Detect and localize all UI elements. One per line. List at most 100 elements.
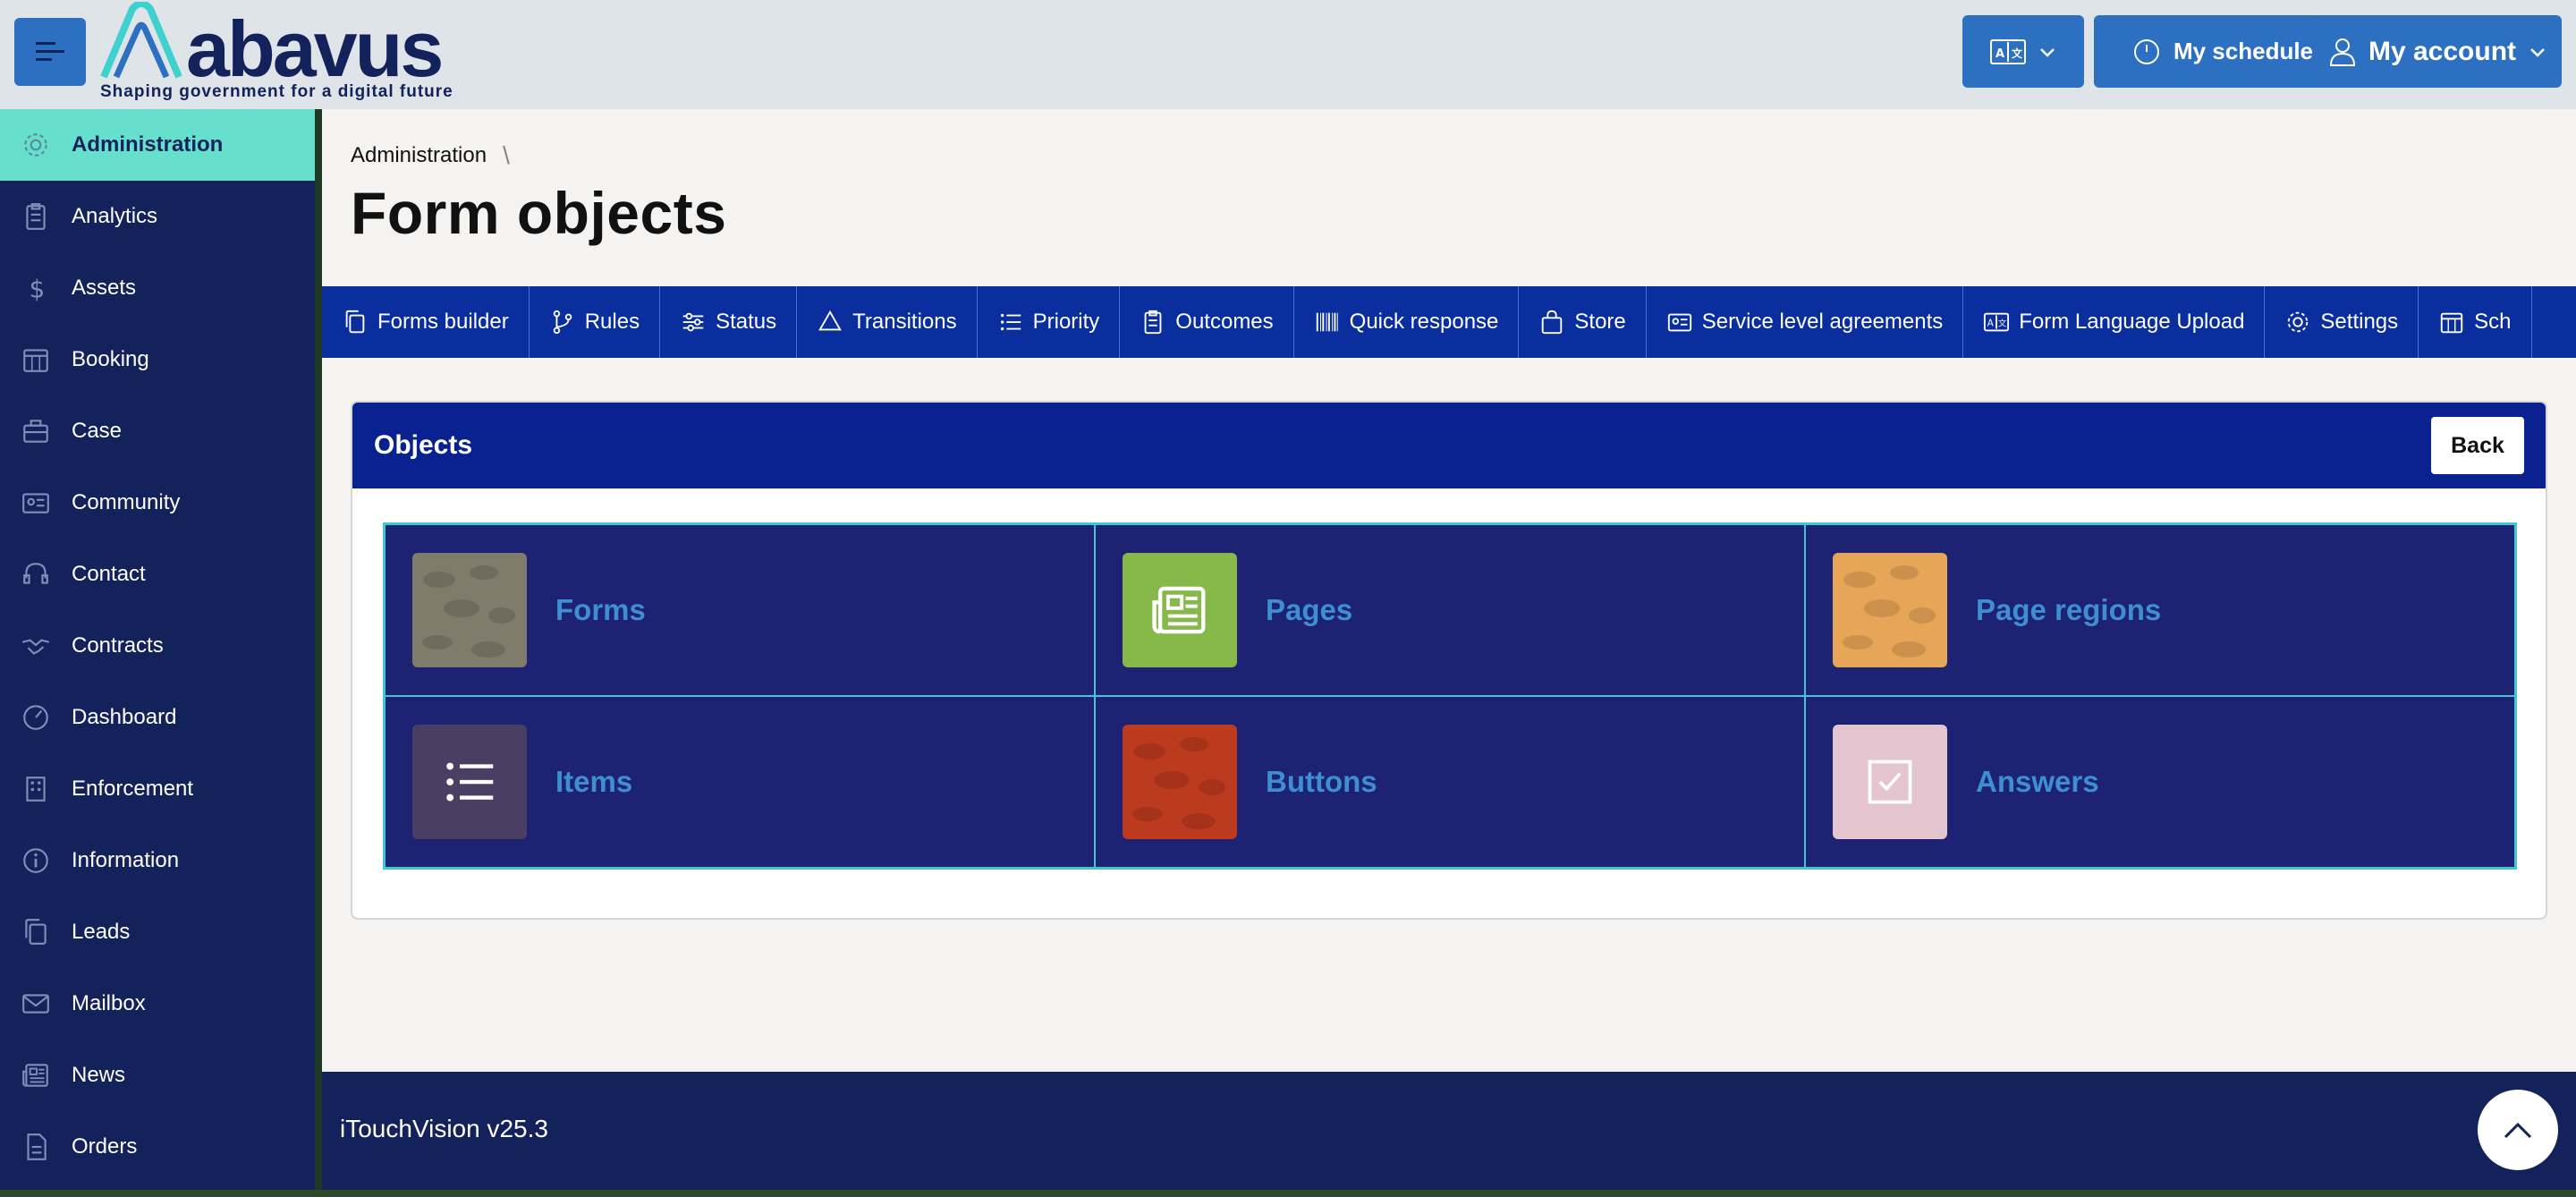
object-tile-items[interactable]: Items	[385, 696, 1095, 868]
sidebar-item-label: Contact	[72, 562, 146, 586]
scroll-to-top-button[interactable]	[2478, 1090, 2558, 1170]
calendar-icon	[23, 349, 48, 372]
envelope-icon	[22, 994, 49, 1014]
my-account-dropdown-button[interactable]: My account	[2314, 15, 2562, 88]
object-tile-buttons[interactable]: Buttons	[1095, 696, 1805, 868]
sidebar-item-news[interactable]: News	[0, 1040, 315, 1111]
translate-icon: A 文	[1990, 38, 2026, 64]
texture-icon	[422, 565, 515, 658]
sidebar-item-analytics[interactable]: Analytics	[0, 181, 315, 252]
translate-icon: A文	[1984, 312, 2010, 332]
info-icon	[23, 848, 48, 873]
tab-label: Quick response	[1349, 310, 1499, 334]
copy-icon	[345, 310, 365, 334]
sidebar-icon-wrap	[0, 702, 72, 733]
recycle-icon	[818, 310, 842, 331]
newspaper-icon	[1152, 586, 1206, 634]
sidebar-nav: Administration Analytics $ Assets Booking Cas…	[0, 109, 315, 1190]
tab-form-language-upload[interactable]: A 文 Form Language Upload	[1963, 286, 2266, 358]
sidebar-item-label: Community	[72, 490, 181, 514]
tab-label: Service level agreements	[1701, 310, 1944, 334]
tab-rules[interactable]: Rules	[530, 286, 661, 358]
gear-icon	[24, 133, 47, 157]
sidebar-item-label: Assets	[72, 276, 137, 300]
id-card-icon	[22, 493, 49, 514]
menu-toggle-button[interactable]	[14, 18, 86, 86]
tile-thumbnail	[412, 553, 527, 667]
sidebar-item-contact[interactable]: Contact	[0, 539, 315, 610]
tab-forms-builder[interactable]: Forms builder	[322, 286, 530, 358]
sidebar-item-label: Dashboard	[72, 705, 177, 729]
svg-text:文: 文	[1998, 318, 2007, 329]
sidebar-item-label: Orders	[72, 1134, 138, 1159]
clipboard-icon	[26, 203, 46, 230]
list-icon	[446, 762, 494, 802]
tab-status[interactable]: Status	[660, 286, 798, 358]
sidebar-item-label: Information	[72, 848, 180, 872]
object-tile-pages[interactable]: Pages	[1095, 524, 1805, 696]
sidebar-icon-wrap	[0, 488, 72, 518]
sidebar-item-administration[interactable]: Administration	[0, 109, 315, 181]
chevron-down-icon	[2040, 47, 2055, 57]
tab-label: Priority	[1032, 310, 1100, 334]
sidebar-item-label: Contracts	[72, 633, 164, 658]
tile-label: Page regions	[1976, 593, 2162, 626]
tab-outcomes[interactable]: Outcomes	[1120, 286, 1294, 358]
object-tile-forms[interactable]: Forms	[385, 524, 1095, 696]
tab-priority[interactable]: Priority	[978, 286, 1121, 358]
footer: iTouchVision v25.3	[322, 1072, 2576, 1190]
tab-label: Sch	[2474, 310, 2512, 334]
sidebar-item-booking[interactable]: Booking	[0, 324, 315, 395]
breadcrumb-item-administration[interactable]: Administration	[351, 143, 487, 168]
calendar-icon	[2440, 312, 2463, 334]
user-icon	[2329, 38, 2355, 66]
tab-store[interactable]: Store	[1519, 286, 1647, 358]
sidebar-scrollbar[interactable]	[315, 109, 322, 1190]
checkbox-icon	[1868, 760, 1912, 804]
logo-mark-icon	[100, 2, 182, 79]
version-text: iTouchVision v25.3	[340, 1115, 548, 1142]
sidebar-item-information[interactable]: Information	[0, 825, 315, 896]
objects-grid: Forms Pages Page regions Items Buttons Answer…	[383, 522, 2517, 870]
sidebar-item-contracts[interactable]: Contracts	[0, 610, 315, 682]
sidebar-item-enforcement[interactable]: Enforcement	[0, 753, 315, 825]
svg-text:A: A	[1996, 47, 2004, 61]
my-schedule-label: My schedule	[2173, 38, 2314, 64]
tile-label: Answers	[1976, 765, 2099, 798]
my-account-label: My account	[2368, 36, 2517, 66]
sidebar-item-leads[interactable]: Leads	[0, 896, 315, 968]
gauge-icon	[23, 705, 48, 730]
tab-sch[interactable]: Sch	[2419, 286, 2532, 358]
objects-panel: Objects Back Forms Pages Page regions Items…	[351, 401, 2547, 920]
chevron-up-icon	[2504, 1122, 2532, 1139]
sidebar-icon-wrap	[0, 344, 72, 375]
language-dropdown-button[interactable]: A 文	[1962, 15, 2084, 88]
sidebar-item-community[interactable]: Community	[0, 467, 315, 539]
document-icon	[27, 1133, 47, 1160]
sidebar-item-mailbox[interactable]: Mailbox	[0, 968, 315, 1040]
object-tile-answers[interactable]: Answers	[1805, 696, 2515, 868]
tile-label: Items	[555, 765, 633, 798]
logo-tagline: Shaping government for a digital future	[100, 82, 453, 101]
tab-settings[interactable]: Settings	[2265, 286, 2419, 358]
abavus-logo[interactable]: abavus Shaping government for a digital …	[97, 0, 472, 106]
my-schedule-button[interactable]: My schedule	[2094, 15, 2351, 88]
sidebar-item-case[interactable]: Case	[0, 395, 315, 467]
object-tile-page-regions[interactable]: Page regions	[1805, 524, 2515, 696]
sidebar-item-orders[interactable]: Orders	[0, 1111, 315, 1183]
svg-text:$: $	[30, 275, 46, 303]
tab-transitions[interactable]: Transitions	[797, 286, 978, 358]
back-button[interactable]: Back	[2431, 417, 2524, 474]
sidebar-item-label: Enforcement	[72, 777, 194, 801]
sidebar-icon-wrap	[0, 416, 72, 446]
tab-service-level-agreements[interactable]: Service level agreements	[1647, 286, 1964, 358]
tab-quick-response[interactable]: Quick response	[1294, 286, 1520, 358]
sidebar-icon-wrap	[0, 774, 72, 804]
sidebar-icon-wrap	[0, 989, 72, 1019]
sidebar-item-assets[interactable]: $ Assets	[0, 252, 315, 324]
main-content: Administration \ Form objects Forms buil…	[322, 109, 2576, 1072]
briefcase-icon	[23, 420, 48, 443]
hamburger-icon	[36, 42, 64, 61]
tile-thumbnail	[412, 725, 527, 839]
sidebar-item-dashboard[interactable]: Dashboard	[0, 682, 315, 753]
